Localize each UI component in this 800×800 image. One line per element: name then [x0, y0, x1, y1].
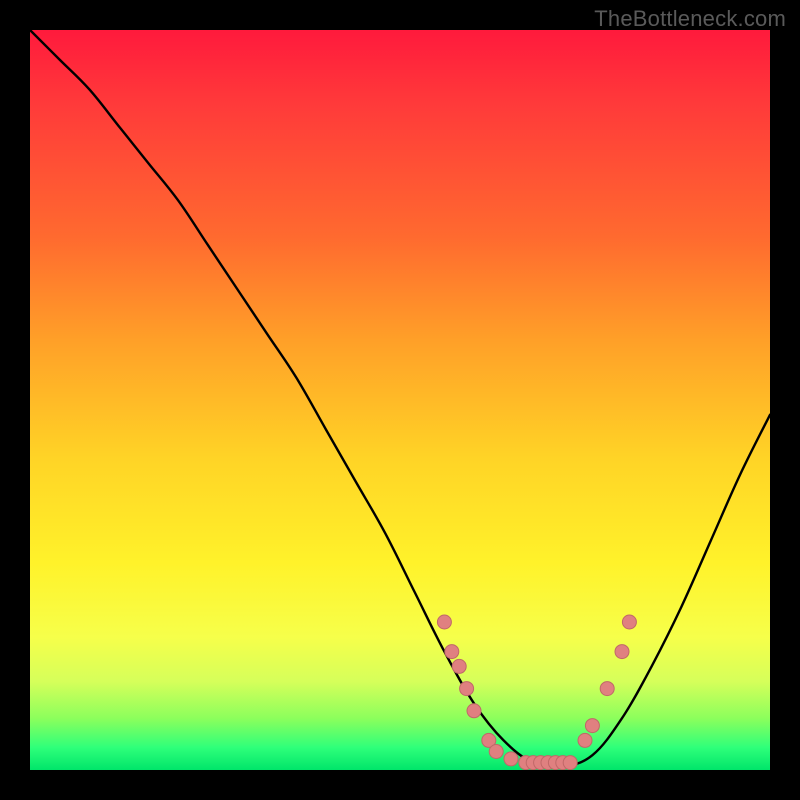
curve-marker: [504, 752, 518, 766]
curve-marker: [585, 719, 599, 733]
watermark-text: TheBottleneck.com: [594, 6, 786, 32]
curve-marker: [437, 615, 451, 629]
curve-marker: [622, 615, 636, 629]
bottleneck-curve: [30, 30, 770, 767]
curve-marker: [615, 645, 629, 659]
plot-area: [30, 30, 770, 770]
chart-overlay: [30, 30, 770, 770]
curve-marker: [578, 733, 592, 747]
curve-marker: [489, 745, 503, 759]
curve-marker: [460, 682, 474, 696]
curve-markers: [437, 615, 636, 770]
curve-marker: [445, 645, 459, 659]
curve-marker: [467, 704, 481, 718]
curve-marker: [452, 659, 466, 673]
curve-marker: [563, 756, 577, 770]
chart-stage: TheBottleneck.com: [0, 0, 800, 800]
curve-marker: [600, 682, 614, 696]
